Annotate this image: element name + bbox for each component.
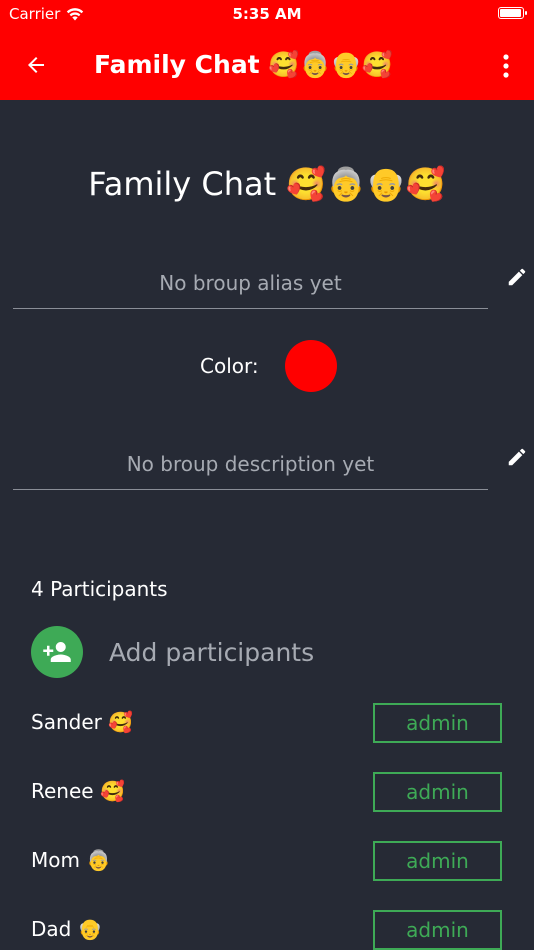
group-alias-field[interactable]: No broup alias yet (13, 262, 488, 309)
participant-row[interactable]: Mom 👵 admin (0, 841, 534, 881)
admin-badge[interactable]: admin (373, 772, 502, 812)
participant-name: Renee 🥰 (31, 779, 125, 803)
header-title: Family Chat 🥰👵👴🥰 (94, 50, 393, 79)
participant-name: Mom 👵 (31, 848, 112, 872)
group-description-field[interactable]: No broup description yet (13, 443, 488, 490)
group-color-row: Color: (200, 340, 337, 392)
participant-name: Dad 👴 (31, 917, 103, 941)
color-label: Color: (200, 354, 259, 378)
group-name: Family Chat 🥰👵👴🥰 (88, 165, 446, 203)
edit-description-pencil-icon[interactable] (506, 446, 528, 468)
group-alias-placeholder: No broup alias yet (159, 271, 342, 295)
add-participants-row[interactable]: Add participants (31, 626, 314, 678)
add-participants-label: Add participants (109, 637, 315, 667)
person-add-icon (43, 642, 71, 662)
battery-level (500, 9, 521, 17)
add-participant-button[interactable] (31, 626, 83, 678)
app-bar: Family Chat 🥰👵👴🥰 (0, 30, 534, 100)
participant-row[interactable]: Sander 🥰 admin (0, 703, 534, 743)
participant-name: Sander 🥰 (31, 710, 134, 734)
admin-badge[interactable]: admin (373, 703, 502, 743)
participant-row[interactable]: Dad 👴 admin (0, 910, 534, 950)
more-vert-icon[interactable] (502, 54, 510, 78)
participants-count: 4 Participants (31, 577, 168, 601)
admin-badge[interactable]: admin (373, 841, 502, 881)
battery-icon (498, 7, 527, 19)
participant-row[interactable]: Renee 🥰 admin (0, 772, 534, 812)
edit-alias-pencil-icon[interactable] (506, 266, 528, 288)
group-color-swatch[interactable] (284, 340, 337, 392)
group-description-placeholder: No broup description yet (126, 452, 375, 476)
back-arrow-icon[interactable] (22, 53, 50, 77)
admin-badge[interactable]: admin (373, 910, 502, 950)
clock: 5:35 AM (232, 5, 302, 23)
status-bar: Carrier 5:35 AM (0, 0, 534, 30)
